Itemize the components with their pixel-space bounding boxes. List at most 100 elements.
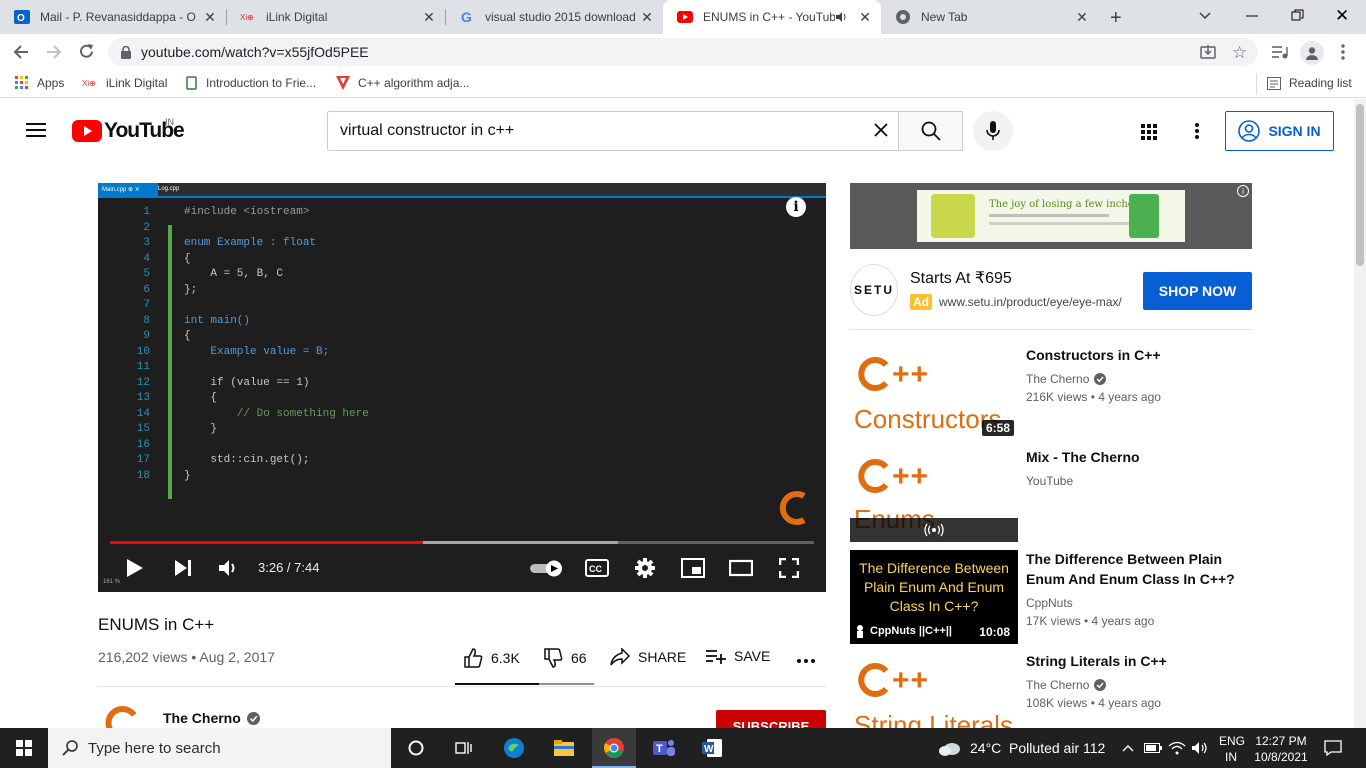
bookmark-ilink[interactable]: Xi⊕ iLink Digital xyxy=(82,76,167,90)
window-close-icon[interactable]: ✕ xyxy=(1335,6,1349,26)
close-icon[interactable]: ✕ xyxy=(1074,9,1090,25)
settings-gear-icon[interactable] xyxy=(632,555,658,581)
clear-search-icon[interactable] xyxy=(874,123,888,137)
more-actions-icon[interactable] xyxy=(797,659,815,663)
audio-playing-icon[interactable] xyxy=(835,11,847,23)
rec-thumbnail[interactable]: ++ Enums xyxy=(850,448,1018,542)
fullscreen-button[interactable] xyxy=(776,555,802,581)
forward-arrow-icon[interactable] xyxy=(46,44,62,60)
browser-menu-kebab-icon[interactable] xyxy=(1341,44,1345,60)
settings-kebab-icon[interactable] xyxy=(1195,123,1199,139)
rec-title[interactable]: The Difference Between Plain Enum And En… xyxy=(1026,549,1252,589)
rec-channel[interactable]: CppNuts xyxy=(1026,596,1073,610)
tab-ilink[interactable]: Xi⊕ iLink Digital ✕ xyxy=(226,0,445,34)
lock-icon[interactable] xyxy=(121,45,131,59)
play-button[interactable] xyxy=(122,555,148,581)
rec-channel[interactable]: The Cherno xyxy=(1026,678,1107,692)
reading-list-button[interactable]: Reading list xyxy=(1267,76,1352,90)
rec-title[interactable]: Constructors in C++ xyxy=(1026,345,1252,365)
ad-url[interactable]: www.setu.in/product/eye/eye-max/ xyxy=(939,295,1122,309)
teams-icon[interactable]: T xyxy=(642,728,686,768)
rec-title[interactable]: Mix - The Cherno xyxy=(1026,447,1252,467)
speaker-icon[interactable] xyxy=(1190,728,1210,768)
new-tab-plus-icon[interactable]: + xyxy=(1110,7,1122,30)
show-hidden-icons-chevron-icon[interactable] xyxy=(1120,728,1136,768)
word-icon[interactable]: W xyxy=(692,728,732,768)
weather-widget[interactable]: 24°C Polluted air 112 xyxy=(938,728,1105,768)
next-button[interactable] xyxy=(170,555,196,581)
windows-start-icon[interactable] xyxy=(0,728,48,768)
file-explorer-icon[interactable] xyxy=(544,728,584,768)
media-control-icon[interactable] xyxy=(1272,45,1288,59)
tab-mail[interactable]: O Mail - P. Revanasiddappa - O ✕ xyxy=(0,0,226,34)
rec-title[interactable]: String Literals in C++ xyxy=(1026,651,1252,671)
rec-thumbnail[interactable]: The Difference Between Plain Enum And En… xyxy=(850,550,1018,644)
page-scrollbar-thumb[interactable] xyxy=(1356,104,1364,266)
tab-new-tab[interactable]: New Tab ✕ xyxy=(881,0,1098,34)
system-clock[interactable]: 12:27 PM 10/8/2021 xyxy=(1253,733,1309,765)
share-button[interactable]: SHARE xyxy=(610,648,686,666)
hamburger-menu-icon[interactable] xyxy=(26,122,46,138)
channel-name[interactable]: The Cherno xyxy=(163,710,260,726)
close-icon[interactable]: ✕ xyxy=(857,9,873,25)
ad-banner-creative[interactable]: The joy of losing a few inches xyxy=(917,190,1185,242)
subscribe-button[interactable]: SUBSCRIBE xyxy=(716,710,826,728)
shop-now-button[interactable]: SHOP NOW xyxy=(1143,272,1252,310)
tab-search-chevron-icon[interactable] xyxy=(1198,8,1212,22)
bookmark-apps[interactable]: Apps xyxy=(15,76,64,90)
bookmark-star-icon[interactable]: ☆ xyxy=(1232,43,1247,63)
save-button[interactable]: SAVE xyxy=(706,648,770,664)
task-view-icon[interactable] xyxy=(444,728,484,768)
miniplayer-button[interactable] xyxy=(680,555,706,581)
address-bar[interactable]: youtube.com/watch?v=x55jfOd5PEE ☆ xyxy=(108,38,1258,66)
rec-thumbnail[interactable]: ++ Constructors 6:58 xyxy=(850,346,1018,440)
taskbar-search[interactable]: Type here to search xyxy=(48,728,391,768)
tab-youtube-active[interactable]: ENUMS in C++ - YouTub ✕ xyxy=(663,0,881,34)
cortana-icon[interactable] xyxy=(396,728,436,768)
minimize-icon[interactable] xyxy=(1245,6,1259,26)
search-button[interactable] xyxy=(899,111,963,151)
back-arrow-icon[interactable] xyxy=(13,44,29,60)
close-icon[interactable]: ✕ xyxy=(639,9,655,25)
search-input[interactable] xyxy=(340,122,860,140)
rec-channel[interactable]: YouTube xyxy=(1026,474,1073,488)
ad-title[interactable]: Starts At ₹695 xyxy=(910,268,1012,288)
apps-grid-icon[interactable] xyxy=(1141,124,1157,140)
svg-text:Xi⊕: Xi⊕ xyxy=(240,13,254,22)
search-box[interactable] xyxy=(327,111,899,151)
ad-info-icon[interactable]: i xyxy=(1237,185,1249,197)
autoplay-toggle[interactable] xyxy=(528,555,566,581)
captions-button[interactable]: CC xyxy=(584,555,610,581)
input-language[interactable]: ENG IN xyxy=(1219,733,1245,765)
wifi-icon[interactable] xyxy=(1168,728,1186,768)
close-icon[interactable]: ✕ xyxy=(421,9,437,25)
edge-icon[interactable] xyxy=(494,728,534,768)
sign-in-button[interactable]: SIGN IN xyxy=(1225,111,1334,151)
battery-icon[interactable] xyxy=(1144,728,1162,768)
like-button[interactable]: 6.3K xyxy=(463,648,520,668)
voice-search-button[interactable] xyxy=(973,111,1013,151)
channel-avatar[interactable] xyxy=(102,703,142,728)
cherno-watermark-icon xyxy=(776,488,810,528)
dislike-button[interactable]: 66 xyxy=(543,648,587,668)
install-app-icon[interactable] xyxy=(1200,44,1216,60)
notification-center-icon[interactable] xyxy=(1320,728,1346,768)
profile-avatar-icon[interactable] xyxy=(1300,41,1324,65)
info-icon[interactable]: i xyxy=(786,197,806,217)
close-icon[interactable]: ✕ xyxy=(202,9,218,25)
rec-thumbnail[interactable]: ++ String Literals xyxy=(850,652,1018,728)
rec-channel[interactable]: The Cherno xyxy=(1026,372,1107,386)
bookmark-cpp-algorithm[interactable]: C++ algorithm adja... xyxy=(336,76,469,90)
reload-icon[interactable] xyxy=(78,43,95,60)
volume-button[interactable] xyxy=(216,555,242,581)
tab-label: visual studio 2015 download xyxy=(485,10,636,24)
ad-brand-logo[interactable]: SETU xyxy=(850,264,898,316)
theater-mode-button[interactable] xyxy=(728,555,754,581)
bookmark-v-icon xyxy=(336,76,350,90)
video-player[interactable]: Main.cpp ⊕ ✕ Log.cpp 1 #include <iostream… xyxy=(98,183,826,592)
thumbs-down-icon xyxy=(543,648,563,668)
tab-google[interactable]: G visual studio 2015 download ✕ xyxy=(445,0,663,34)
chrome-taskbar-icon[interactable] xyxy=(592,728,636,768)
restore-icon[interactable] xyxy=(1291,9,1304,22)
bookmark-introduction[interactable]: Introduction to Frie... xyxy=(186,76,316,90)
